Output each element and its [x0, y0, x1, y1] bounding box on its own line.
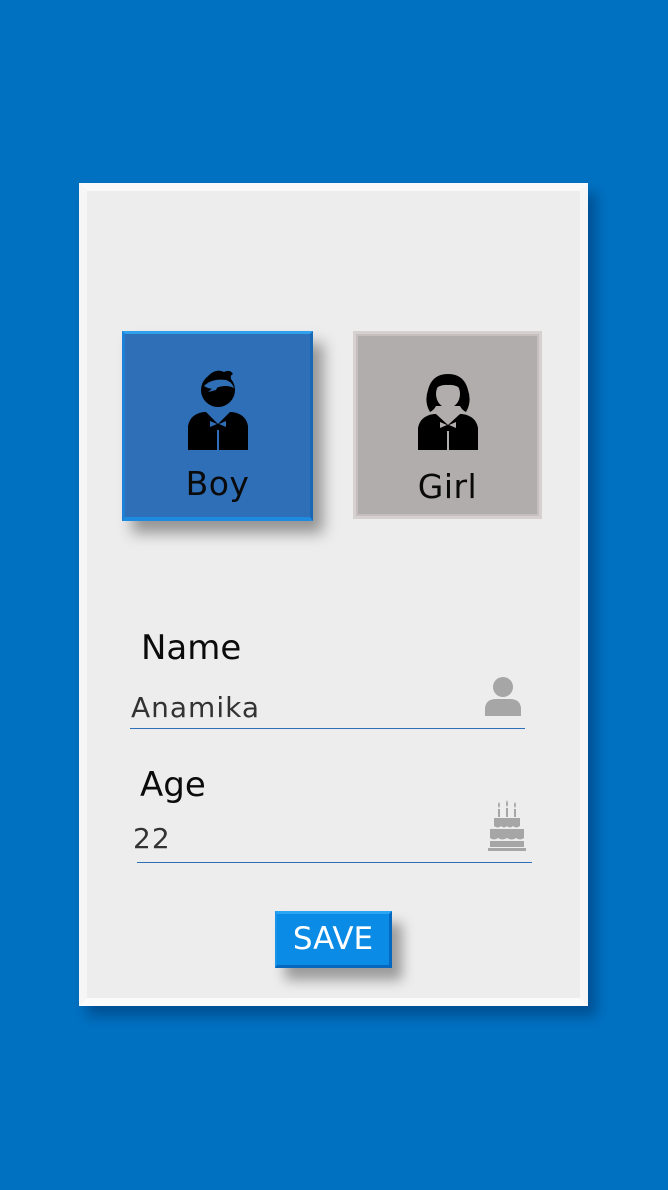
gender-label-boy: Boy	[185, 464, 250, 503]
app-screen: Boy Girl Name Age	[0, 0, 668, 1190]
girl-avatar-icon	[417, 374, 478, 450]
name-input[interactable]	[131, 689, 461, 725]
boy-avatar-icon	[187, 370, 248, 450]
gender-option-boy[interactable]: Boy	[122, 331, 313, 521]
age-input[interactable]	[133, 820, 463, 856]
gender-label-girl: Girl	[417, 467, 478, 506]
name-label: Name	[141, 628, 242, 668]
birthday-cake-icon	[488, 800, 526, 851]
save-button[interactable]: SAVE	[275, 911, 392, 968]
age-underline	[137, 862, 532, 863]
age-label: Age	[140, 765, 206, 805]
profile-card	[79, 183, 588, 1006]
name-underline	[130, 728, 525, 729]
gender-option-girl[interactable]: Girl	[353, 331, 542, 519]
person-icon	[485, 677, 521, 716]
